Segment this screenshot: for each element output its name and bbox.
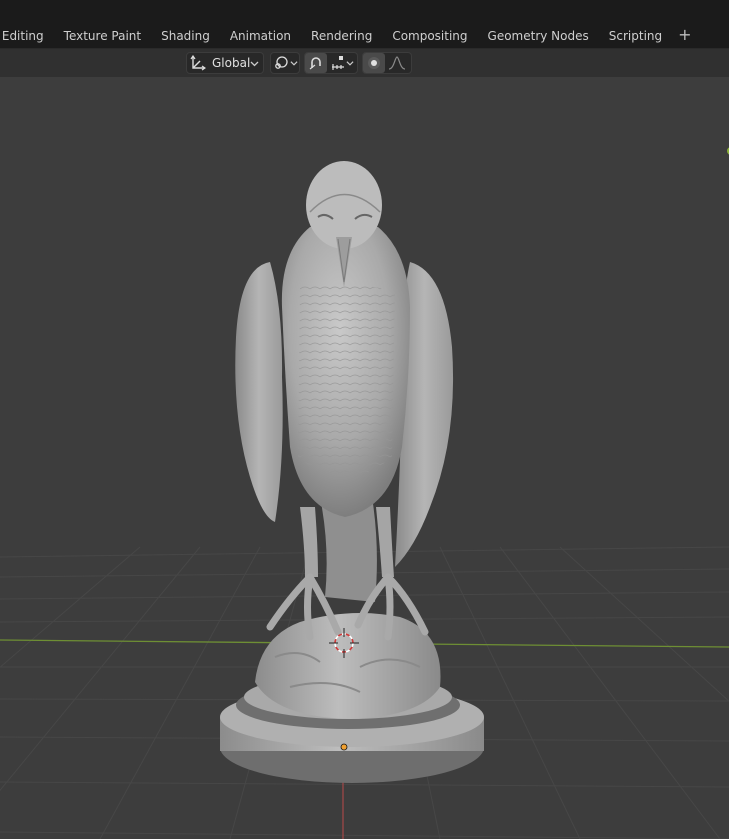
- snap-increment-icon: [330, 55, 346, 71]
- transform-orientation-dropdown[interactable]: Global: [186, 52, 264, 74]
- chevron-down-icon: [346, 59, 354, 67]
- add-workspace-button[interactable]: +: [672, 24, 697, 48]
- transform-orientation-icon: [190, 55, 206, 71]
- proportional-editing-icon: [366, 55, 382, 71]
- chevron-down-icon: [250, 59, 259, 68]
- right-leg: [376, 507, 394, 577]
- falloff-curve-icon: [388, 55, 406, 71]
- snap-target-dropdown[interactable]: [327, 53, 357, 73]
- tab-uv-editing[interactable]: / Editing: [0, 24, 54, 48]
- snap-toggle[interactable]: [305, 53, 327, 73]
- pivot-point-dropdown[interactable]: [270, 52, 300, 74]
- falloff-dropdown[interactable]: [385, 53, 409, 73]
- tab-texture-paint[interactable]: Texture Paint: [54, 24, 151, 48]
- pivot-point-icon: [273, 55, 289, 71]
- transform-orientation-label: Global: [212, 56, 251, 70]
- workspace-tabs: / Editing Texture Paint Shading Animatio…: [0, 24, 698, 48]
- proportional-editing-group: [362, 52, 412, 74]
- viewport-header: Global: [0, 49, 729, 77]
- viewport-canvas[interactable]: [0, 77, 729, 839]
- tab-rendering[interactable]: Rendering: [301, 24, 382, 48]
- tab-shading[interactable]: Shading: [151, 24, 220, 48]
- tab-geometry-nodes[interactable]: Geometry Nodes: [478, 24, 599, 48]
- snap-magnet-icon: [308, 55, 324, 71]
- proportional-editing-toggle[interactable]: [363, 53, 385, 73]
- snapping-group: [304, 52, 358, 74]
- tab-scripting[interactable]: Scripting: [599, 24, 672, 48]
- object-origin[interactable]: [340, 743, 348, 751]
- tab-compositing[interactable]: Compositing: [382, 24, 477, 48]
- 3d-viewport[interactable]: [0, 77, 729, 839]
- left-wing: [235, 262, 283, 522]
- left-leg: [300, 507, 318, 577]
- tab-animation[interactable]: Animation: [220, 24, 301, 48]
- top-bar: / Editing Texture Paint Shading Animatio…: [0, 0, 729, 49]
- chevron-down-icon: [290, 59, 298, 67]
